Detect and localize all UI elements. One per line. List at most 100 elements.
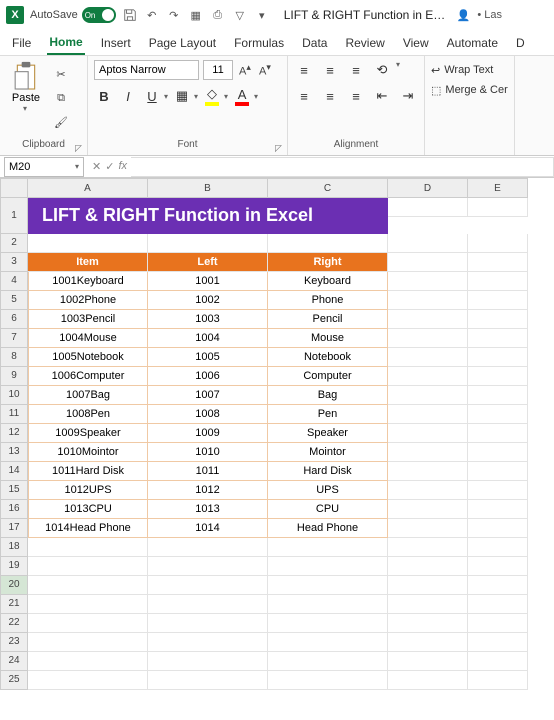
cell-left[interactable]: 1001	[148, 272, 268, 291]
row-header-3[interactable]: 3	[0, 253, 28, 272]
row-header-2[interactable]: 2	[0, 234, 28, 253]
orient-dropdown-icon[interactable]: ▾	[396, 60, 400, 80]
cell[interactable]	[28, 234, 148, 253]
cell-right[interactable]: Speaker	[268, 424, 388, 443]
toggle-on-icon[interactable]: On	[82, 7, 116, 23]
cell-item[interactable]: 1009Speaker	[28, 424, 148, 443]
increase-indent-icon[interactable]: ⇥	[398, 86, 418, 106]
font-color-button[interactable]: A	[232, 86, 252, 106]
undo-icon[interactable]: ↶	[144, 7, 160, 23]
cell[interactable]	[148, 234, 268, 253]
cell-item[interactable]: 1006Computer	[28, 367, 148, 386]
formula-input[interactable]	[131, 157, 554, 177]
cell[interactable]	[388, 519, 468, 538]
row-header-8[interactable]: 8	[0, 348, 28, 367]
cell[interactable]	[268, 234, 388, 253]
cell[interactable]	[468, 519, 528, 538]
cell-left[interactable]: 1012	[148, 481, 268, 500]
cell[interactable]	[388, 576, 468, 595]
align-left-icon[interactable]: ≡	[294, 86, 314, 106]
cell[interactable]	[468, 633, 528, 652]
tab-review[interactable]: Review	[343, 32, 386, 54]
font-name-input[interactable]	[94, 60, 199, 80]
bold-button[interactable]: B	[94, 86, 114, 106]
cell[interactable]	[28, 576, 148, 595]
cell[interactable]	[388, 367, 468, 386]
header-right[interactable]: Right	[268, 253, 388, 272]
row-header-1[interactable]: 1	[0, 198, 28, 234]
cell-left[interactable]: 1003	[148, 310, 268, 329]
align-center-icon[interactable]: ≡	[320, 86, 340, 106]
cell-right[interactable]: Keyboard	[268, 272, 388, 291]
tab-home[interactable]: Home	[47, 31, 84, 55]
tab-d[interactable]: D	[514, 32, 527, 54]
cell-item[interactable]: 1004Mouse	[28, 329, 148, 348]
fx-icon[interactable]: fx	[118, 160, 127, 173]
row-header-12[interactable]: 12	[0, 424, 28, 443]
increase-font-icon[interactable]: A▴	[237, 62, 253, 78]
row-header-23[interactable]: 23	[0, 633, 28, 652]
cut-icon[interactable]: ✂	[52, 66, 70, 84]
cell[interactable]	[28, 652, 148, 671]
cell[interactable]	[388, 462, 468, 481]
cell[interactable]	[468, 424, 528, 443]
cell-item[interactable]: 1003Pencil	[28, 310, 148, 329]
cell-item[interactable]: 1005Notebook	[28, 348, 148, 367]
qat-icon-1[interactable]: ▦	[188, 7, 204, 23]
col-header-E[interactable]: E	[468, 178, 528, 198]
cell-item[interactable]: 1001Keyboard	[28, 272, 148, 291]
align-top-icon[interactable]: ≡	[294, 60, 314, 80]
namebox-dropdown-icon[interactable]: ▾	[75, 162, 79, 171]
cell-left[interactable]: 1006	[148, 367, 268, 386]
align-bottom-icon[interactable]: ≡	[346, 60, 366, 80]
cell[interactable]	[468, 198, 528, 217]
cell[interactable]	[28, 595, 148, 614]
cell[interactable]	[468, 538, 528, 557]
cell-right[interactable]: Mointor	[268, 443, 388, 462]
cell-left[interactable]: 1008	[148, 405, 268, 424]
cell[interactable]	[268, 652, 388, 671]
row-header-16[interactable]: 16	[0, 500, 28, 519]
redo-icon[interactable]: ↷	[166, 7, 182, 23]
tab-file[interactable]: File	[10, 32, 33, 54]
cell[interactable]	[148, 595, 268, 614]
name-box[interactable]: M20▾	[4, 157, 84, 177]
header-left[interactable]: Left	[148, 253, 268, 272]
cell[interactable]	[468, 500, 528, 519]
row-header-13[interactable]: 13	[0, 443, 28, 462]
select-all-corner[interactable]	[0, 178, 28, 198]
row-header-17[interactable]: 17	[0, 519, 28, 538]
font-size-input[interactable]	[203, 60, 233, 80]
col-header-C[interactable]: C	[268, 178, 388, 198]
cell-left[interactable]: 1005	[148, 348, 268, 367]
cell-left[interactable]: 1014	[148, 519, 268, 538]
cell[interactable]	[28, 557, 148, 576]
col-header-B[interactable]: B	[148, 178, 268, 198]
cell[interactable]	[28, 538, 148, 557]
cell[interactable]	[148, 538, 268, 557]
cell-right[interactable]: Head Phone	[268, 519, 388, 538]
cell[interactable]	[268, 614, 388, 633]
row-header-21[interactable]: 21	[0, 595, 28, 614]
cell-right[interactable]: Phone	[268, 291, 388, 310]
borders-dropdown-icon[interactable]: ▾	[194, 92, 198, 101]
cell[interactable]	[468, 329, 528, 348]
cell[interactable]	[148, 576, 268, 595]
cell[interactable]	[388, 234, 468, 253]
cell[interactable]	[268, 576, 388, 595]
cell[interactable]	[388, 481, 468, 500]
cell[interactable]	[148, 633, 268, 652]
user-icon[interactable]: 👤	[455, 7, 471, 23]
cell[interactable]	[388, 500, 468, 519]
tab-view[interactable]: View	[401, 32, 431, 54]
sheet-title[interactable]: LIFT & RIGHT Function in Excel	[28, 198, 388, 234]
cell-item[interactable]: 1002Phone	[28, 291, 148, 310]
cell[interactable]	[468, 576, 528, 595]
cell[interactable]	[468, 272, 528, 291]
cell-right[interactable]: UPS	[268, 481, 388, 500]
cell[interactable]	[468, 386, 528, 405]
row-header-18[interactable]: 18	[0, 538, 28, 557]
row-header-9[interactable]: 9	[0, 367, 28, 386]
cell[interactable]	[388, 443, 468, 462]
cell[interactable]	[388, 405, 468, 424]
